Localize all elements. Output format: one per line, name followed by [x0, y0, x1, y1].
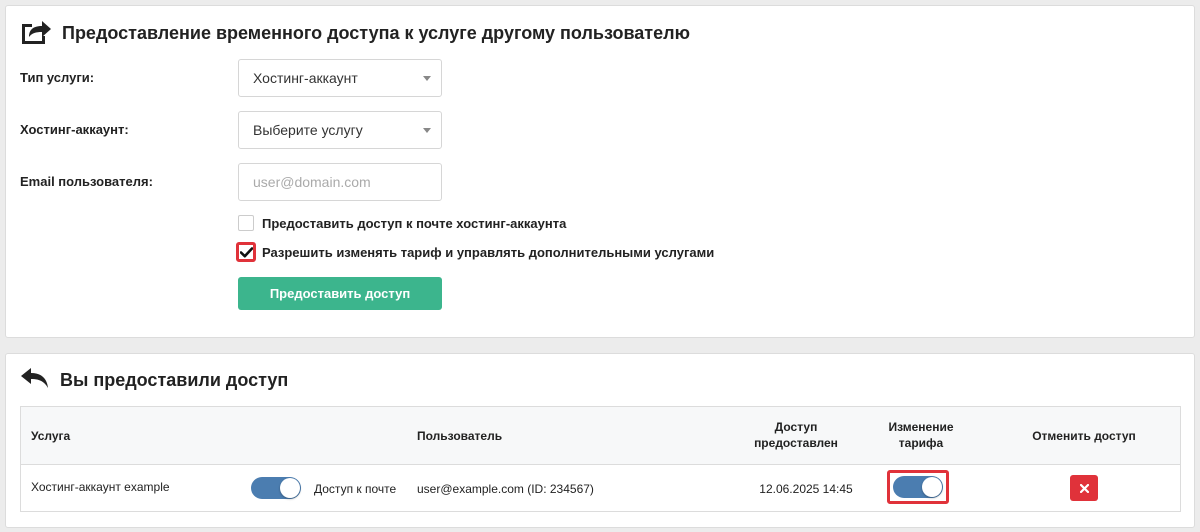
- service-type-select[interactable]: Хостинг-аккаунт: [238, 59, 442, 97]
- cancel-access-button[interactable]: [1070, 475, 1098, 501]
- row-user: user@example.com (ID: 234567): [417, 482, 594, 496]
- checkmark-icon: [239, 246, 253, 257]
- tariff-change-toggle[interactable]: [893, 476, 943, 498]
- row-granted-date: 12.06.2025 14:45: [759, 482, 853, 496]
- tariff-access-label: Разрешить изменять тариф и управлять доп…: [262, 244, 715, 260]
- grant-access-panel: Предоставление временного доступа к услу…: [5, 5, 1195, 338]
- service-type-label: Тип услуги:: [20, 70, 95, 85]
- email-label: Email пользователя:: [20, 174, 153, 189]
- granted-panel-header: Вы предоставили доступ: [20, 366, 288, 395]
- mail-access-checkbox[interactable]: [238, 215, 254, 231]
- service-type-value: Хостинг-аккаунт: [253, 70, 358, 86]
- hosting-account-select[interactable]: Выберите услугу: [238, 111, 442, 149]
- reply-arrow-icon: [20, 366, 50, 395]
- grant-access-button[interactable]: Предоставить доступ: [238, 277, 442, 310]
- granted-access-panel: Вы предоставили доступ Услуга Пользовате…: [5, 353, 1195, 528]
- hosting-account-value: Выберите услугу: [253, 122, 363, 138]
- close-icon: [1079, 483, 1089, 493]
- mail-access-toggle-label: Доступ к почте: [314, 482, 397, 496]
- toggle-knob: [922, 477, 942, 497]
- mail-access-toggle[interactable]: [251, 477, 301, 499]
- grant-panel-header: Предоставление временного доступа к услу…: [20, 18, 690, 49]
- column-header-tariff: Изменение тарифа: [888, 420, 954, 450]
- column-header-user: Пользователь: [417, 429, 503, 443]
- column-header-service: Услуга: [31, 429, 71, 443]
- tariff-access-checkbox[interactable]: [236, 242, 256, 262]
- email-field[interactable]: [238, 163, 442, 201]
- row-service-name: Хостинг-аккаунт example: [31, 480, 170, 494]
- column-header-granted: Доступ предоставлен: [754, 420, 838, 450]
- granted-panel-title: Вы предоставили доступ: [60, 370, 289, 390]
- mail-access-row: Предоставить доступ к почте хостинг-акка…: [238, 215, 566, 231]
- column-header-cancel: Отменить доступ: [1032, 429, 1136, 443]
- table-header: Услуга Пользователь Доступ предоставлен …: [21, 407, 1180, 465]
- hosting-account-label: Хостинг-аккаунт:: [20, 122, 129, 137]
- grant-panel-title: Предоставление временного доступа к услу…: [62, 23, 690, 43]
- share-external-icon: [20, 18, 52, 49]
- toggle-knob: [280, 478, 300, 498]
- chevron-down-icon: [423, 76, 431, 81]
- tariff-access-row: Разрешить изменять тариф и управлять доп…: [236, 242, 714, 262]
- chevron-down-icon: [423, 128, 431, 133]
- mail-access-label: Предоставить доступ к почте хостинг-акка…: [262, 215, 567, 231]
- granted-access-table: Услуга Пользователь Доступ предоставлен …: [20, 406, 1181, 512]
